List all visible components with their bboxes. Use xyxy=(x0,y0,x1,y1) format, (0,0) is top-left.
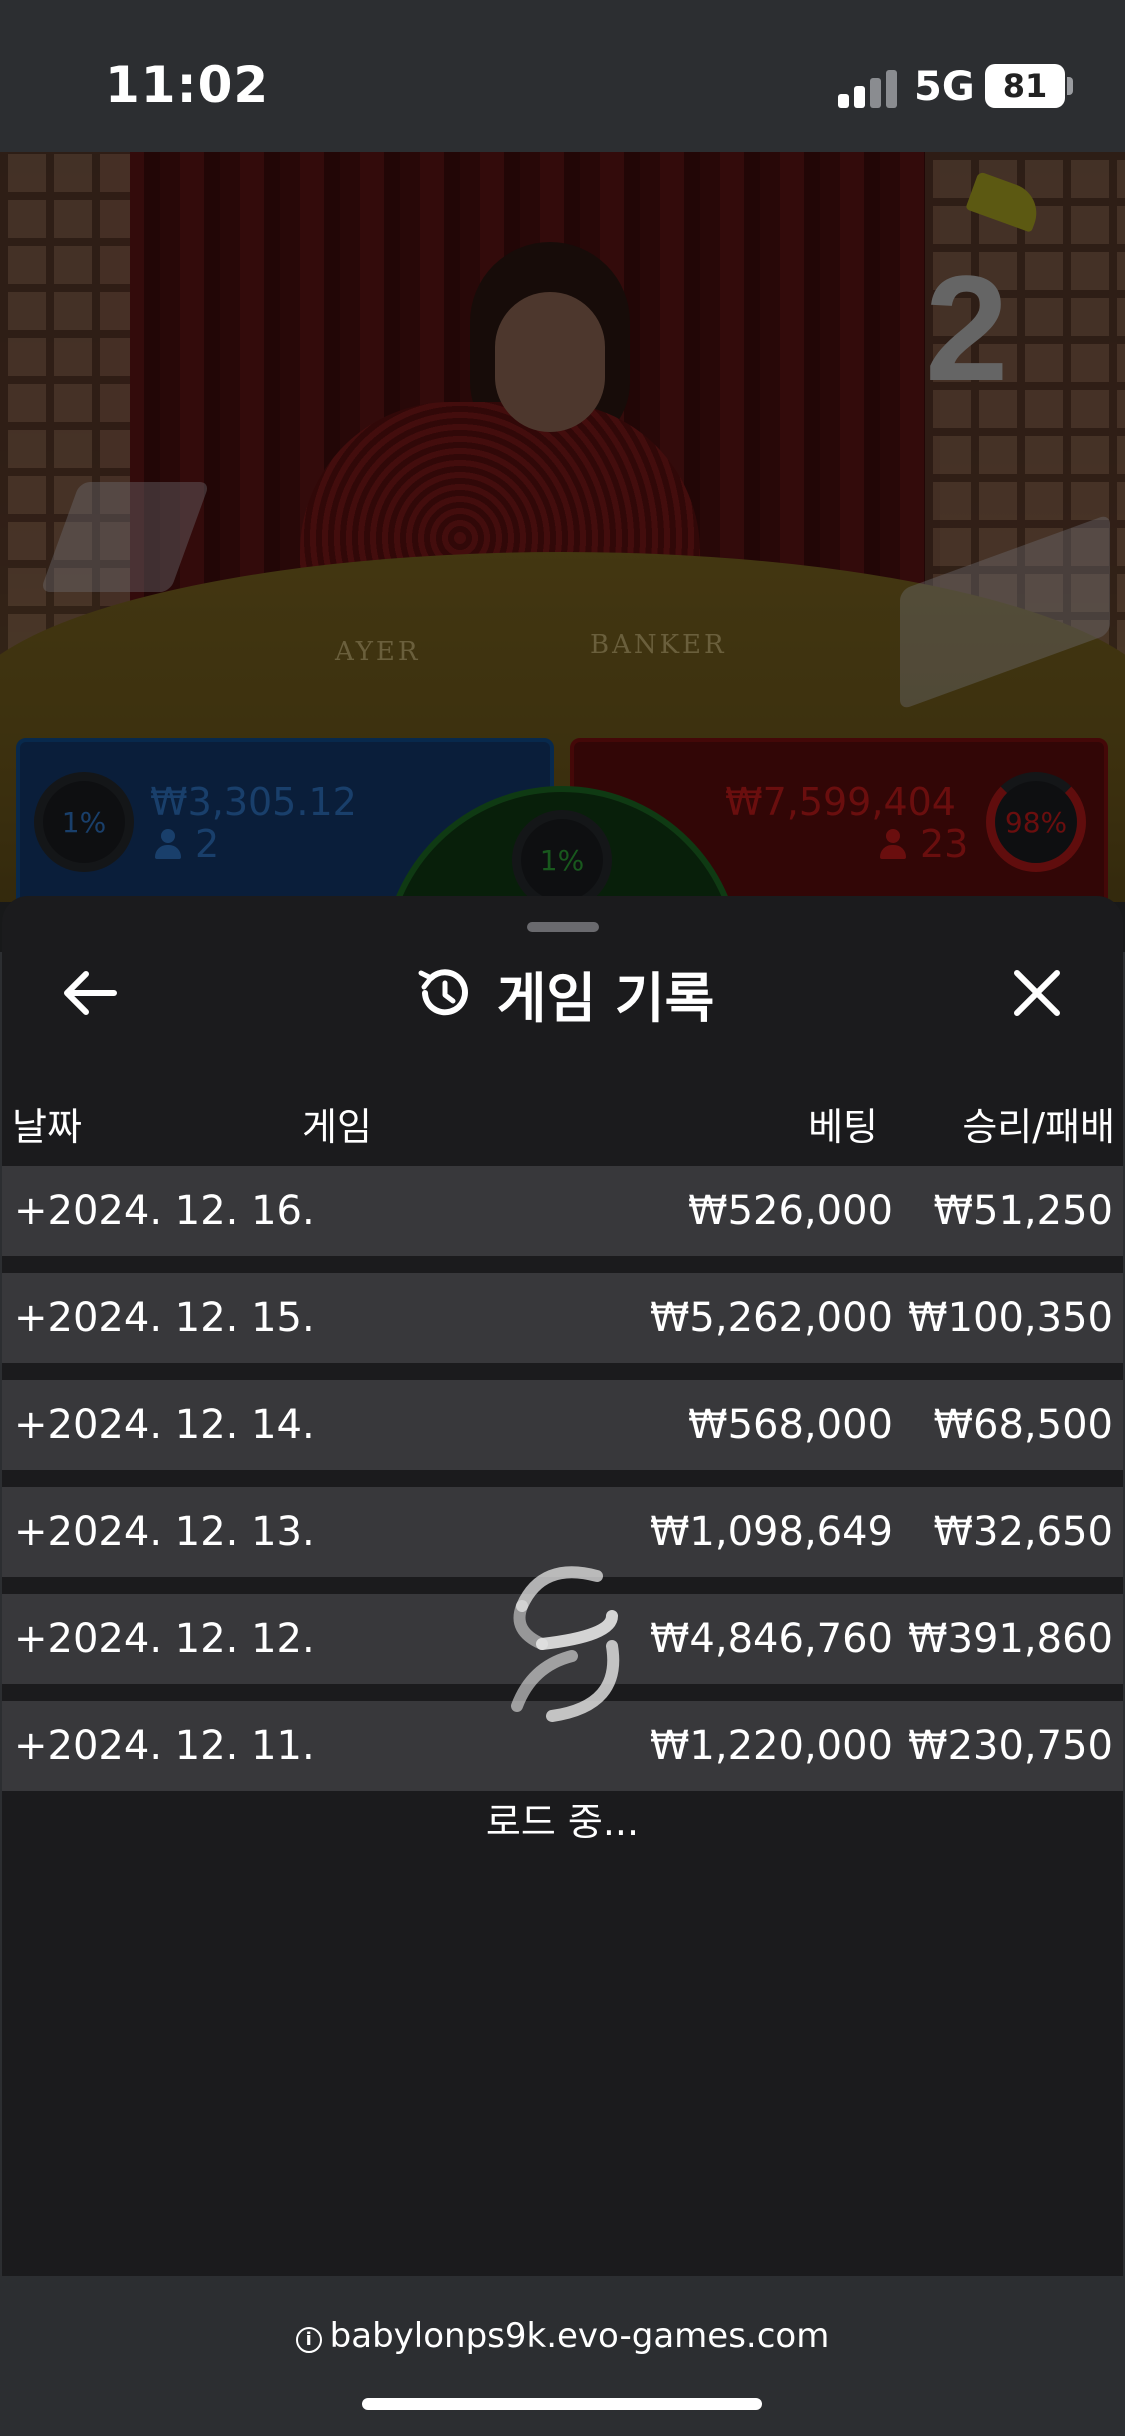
history-icon xyxy=(418,969,468,1016)
row-bet: ₩1,220,000 xyxy=(649,1723,893,1769)
column-header-bet: 베팅 xyxy=(808,1105,878,1149)
row-date: +2024. 12. 15. xyxy=(14,1295,315,1341)
status-time: 11:02 xyxy=(105,56,270,114)
row-result: ₩68,500 xyxy=(933,1402,1113,1448)
row-date: +2024. 12. 12. xyxy=(14,1616,315,1662)
row-date: +2024. 12. 16. xyxy=(14,1188,315,1234)
row-date: +2024. 12. 11. xyxy=(14,1723,315,1769)
sheet-header: 게임 기록 xyxy=(2,958,1123,1030)
sheet-grabber[interactable] xyxy=(527,922,599,932)
row-result: ₩391,860 xyxy=(908,1616,1113,1662)
battery-tip xyxy=(1067,77,1073,95)
row-date: +2024. 12. 14. xyxy=(14,1402,315,1448)
column-header-date: 날짜 xyxy=(12,1105,82,1149)
row-bet: ₩568,000 xyxy=(688,1402,893,1448)
signal-icon xyxy=(838,68,898,108)
loading-spinner-icon xyxy=(511,1566,620,1722)
url-bar[interactable]: i babylonps9k.evo-games.com xyxy=(0,2316,1125,2356)
modal-backdrop[interactable] xyxy=(0,152,1125,952)
row-date: +2024. 12. 13. xyxy=(14,1509,315,1555)
url-text: babylonps9k.evo-games.com xyxy=(329,2316,830,2356)
row-bet: ₩526,000 xyxy=(688,1188,893,1234)
network-label: 5G xyxy=(914,64,975,110)
row-result: ₩32,650 xyxy=(933,1509,1113,1555)
row-bet: ₩1,098,649 xyxy=(649,1509,893,1555)
table-row[interactable]: +2024. 12. 14. ₩568,000 ₩68,500 xyxy=(2,1380,1123,1470)
sheet-title: 게임 기록 xyxy=(496,966,715,1030)
close-button[interactable] xyxy=(997,958,1077,1028)
column-header-game: 게임 xyxy=(302,1105,372,1149)
game-history-sheet: 게임 기록 날짜 게임 베팅 승리/패배 +2024. 12. 16. ₩526… xyxy=(2,896,1123,2276)
battery-icon: 81 xyxy=(985,64,1065,108)
table-row[interactable]: +2024. 12. 15. ₩5,262,000 ₩100,350 xyxy=(2,1273,1123,1363)
close-icon xyxy=(1014,970,1060,1016)
row-result: ₩51,250 xyxy=(933,1188,1113,1234)
column-header-result: 승리/패배 xyxy=(962,1105,1115,1149)
row-result: ₩100,350 xyxy=(908,1295,1113,1341)
row-bet: ₩5,262,000 xyxy=(649,1295,893,1341)
home-indicator[interactable] xyxy=(362,2398,762,2410)
browser-bar: i babylonps9k.evo-games.com xyxy=(0,2276,1125,2436)
row-result: ₩230,750 xyxy=(908,1723,1113,1769)
table-row[interactable]: +2024. 12. 16. ₩526,000 ₩51,250 xyxy=(2,1166,1123,1256)
row-bet: ₩4,846,760 xyxy=(649,1616,893,1662)
info-icon: i xyxy=(295,2327,322,2353)
loading-text: 로드 중... xyxy=(485,1800,640,1844)
status-bar: 11:02 5G 81 xyxy=(0,0,1125,152)
